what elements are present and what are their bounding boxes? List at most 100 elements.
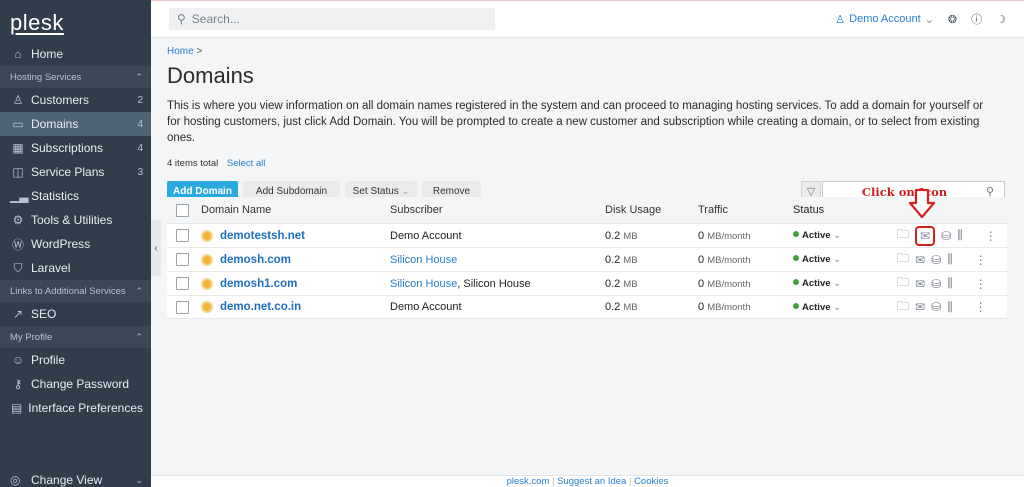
chevron-up-icon: ⌃ <box>135 71 143 82</box>
database-icon[interactable]: ⛁ <box>931 300 941 314</box>
domain-name-link[interactable]: demosh.com <box>220 254 291 266</box>
status-dropdown[interactable]: Active ⌄ <box>793 254 897 265</box>
sidebar-item-count: 4 <box>137 118 143 130</box>
dark-mode-icon[interactable]: ☽ <box>996 13 1006 26</box>
sidebar-item-interface-preferences[interactable]: ▤ Interface Preferences <box>0 396 151 420</box>
key-icon: ⚷ <box>13 377 23 391</box>
sidebar-item-home[interactable]: ⌂ Home <box>0 42 151 66</box>
subscriber-cell: Demo Account <box>390 230 605 242</box>
chevron-down-icon: ⌄ <box>830 278 842 289</box>
folder-icon[interactable]: 🗀 <box>897 225 909 246</box>
sidebar-item-service-plans[interactable]: ◫ Service Plans 3 <box>0 160 151 184</box>
database-icon[interactable]: ⛁ <box>931 253 941 267</box>
sidebar-section-label: My Profile <box>10 331 53 343</box>
help-icon[interactable]: ⓘ <box>971 11 982 27</box>
traffic-unit: MB/month <box>707 278 751 290</box>
more-options-icon[interactable]: ⋮ <box>975 300 987 314</box>
sidebar-item-label: Service Plans <box>31 165 105 179</box>
subscriber-link[interactable]: Silicon House <box>390 254 457 266</box>
traffic-value: 0 <box>698 301 705 313</box>
user-icon: ♙ <box>835 13 846 26</box>
settings-sliders-icon[interactable]: ⫼ <box>947 276 953 291</box>
traffic-value: 0 <box>698 277 705 290</box>
sidebar-item-laravel[interactable]: ⛉ Laravel <box>0 256 151 280</box>
subscriber-link[interactable]: Silicon House <box>390 278 457 290</box>
status-dropdown[interactable]: Active ⌄ <box>793 230 897 241</box>
row-checkbox[interactable] <box>176 229 189 242</box>
table-row: demo.net.co.in Demo Account 0.2 MB 0 MB/mon… <box>167 295 1007 319</box>
row-checkbox[interactable] <box>176 253 189 266</box>
sidebar-item-domains[interactable]: ▭ Domains 4 <box>0 112 151 136</box>
sidebar-item-tools-utilities[interactable]: ⚙ Tools & Utilities <box>0 208 151 232</box>
column-header-disk-usage[interactable]: Disk Usage <box>605 204 698 216</box>
domain-cell: demotestsh.net <box>201 229 390 242</box>
sidebar-item-change-password[interactable]: ⚷ Change Password <box>0 372 151 396</box>
sidebar-section-my-profile[interactable]: My Profile ⌃ <box>0 326 151 348</box>
statistics-icon: ▁▃ <box>10 189 29 203</box>
sidebar-item-statistics[interactable]: ▁▃ Statistics <box>0 184 151 208</box>
status-dropdown[interactable]: Active ⌄ <box>793 278 897 289</box>
tools-icon: ⚙ <box>12 213 24 227</box>
row-actions: 🗀 ✉ ⛁ ⫼ ⋮ <box>897 297 1007 318</box>
disk-usage-value: 0.2 <box>605 301 621 313</box>
mail-icon[interactable]: ✉ <box>915 225 936 246</box>
row-checkbox[interactable] <box>176 300 189 314</box>
plesk-logo[interactable]: plesk <box>0 0 151 42</box>
breadcrumb-home[interactable]: Home <box>167 46 194 57</box>
more-options-icon[interactable]: ⋮ <box>975 277 987 291</box>
sidebar-collapse-handle[interactable]: ‹ <box>151 220 161 276</box>
database-icon[interactable]: ⛁ <box>941 229 951 243</box>
footer-link-plesk[interactable]: plesk.com <box>507 476 550 487</box>
footer-link-cookies[interactable]: Cookies <box>634 476 668 487</box>
mail-icon[interactable]: ✉ <box>915 277 925 291</box>
sidebar-item-wordpress[interactable]: Ⓦ WordPress <box>0 232 151 256</box>
folder-icon[interactable]: 🗀 <box>897 249 909 270</box>
account-name: Demo Account <box>849 13 921 25</box>
home-icon: ⌂ <box>14 47 22 61</box>
settings-sliders-icon[interactable]: ⫼ <box>947 300 953 315</box>
settings-sliders-icon[interactable]: ⫼ <box>947 252 953 267</box>
sidebar-item-customers[interactable]: ♙ Customers 2 <box>0 88 151 112</box>
settings-sliders-icon[interactable]: ⫼ <box>957 228 963 243</box>
mail-icon[interactable]: ✉ <box>915 253 925 267</box>
more-options-icon[interactable]: ⋮ <box>985 229 997 243</box>
page-description: This is where you view information on al… <box>167 100 984 144</box>
database-icon[interactable]: ⛁ <box>931 277 941 291</box>
folder-icon[interactable]: 🗀 <box>897 273 909 294</box>
more-options-icon[interactable]: ⋮ <box>975 253 987 267</box>
select-all-link[interactable]: Select all <box>227 158 266 169</box>
extensions-icon[interactable]: ❂ <box>948 13 957 26</box>
sidebar-item-seo[interactable]: ↗ SEO <box>0 302 151 326</box>
sidebar-item-label: Profile <box>31 353 66 367</box>
sidebar-item-profile[interactable]: ☺ Profile <box>0 348 151 372</box>
chevron-down-icon: ⌄ <box>135 474 143 485</box>
select-all-checkbox[interactable] <box>176 203 189 217</box>
mail-icon[interactable]: ✉ <box>915 300 925 314</box>
column-header-subscriber[interactable]: Subscriber <box>390 204 605 216</box>
sidebar-item-subscriptions[interactable]: ▦ Subscriptions 4 <box>0 136 151 160</box>
folder-icon[interactable]: 🗀 <box>897 297 909 318</box>
sidebar-section-links-to-additional-services[interactable]: Links to Additional Services ⌃ <box>0 280 151 302</box>
column-header-status[interactable]: Status <box>793 204 897 216</box>
domain-name-link[interactable]: demo.net.co.in <box>220 301 301 313</box>
chevron-down-icon: ⌄ <box>401 186 410 196</box>
sidebar-section-hosting-services[interactable]: Hosting Services ⌃ <box>0 66 151 88</box>
row-actions: 🗀 ✉ ⛁ ⫼ ⋮ <box>897 273 1007 294</box>
footer-link-suggest-idea[interactable]: Suggest an Idea <box>557 476 626 487</box>
row-checkbox[interactable] <box>176 277 189 290</box>
sidebar-item-label: Statistics <box>31 189 80 203</box>
disk-usage-cell: 0.2 MB <box>605 254 698 266</box>
domain-name-link[interactable]: demotestsh.net <box>220 230 305 242</box>
traffic-unit: MB/month <box>707 302 751 313</box>
set-status-label: Set Status <box>352 186 399 197</box>
subscriber-cell: Silicon House, Silicon House <box>390 278 605 290</box>
status-dropdown[interactable]: Active ⌄ <box>793 302 897 313</box>
global-search-input[interactable]: ⚲ Search... <box>169 8 495 30</box>
column-header-domain-name[interactable]: Domain Name <box>201 204 390 216</box>
change-view-button[interactable]: ◎ Change View ⌄ <box>0 469 151 487</box>
traffic-unit: MB/month <box>707 254 751 266</box>
domain-name-link[interactable]: demosh1.com <box>220 278 297 290</box>
traffic-unit: MB/month <box>707 230 751 242</box>
account-menu[interactable]: ♙ Demo Account ⌄ <box>835 13 934 26</box>
column-header-traffic[interactable]: Traffic <box>698 204 793 216</box>
